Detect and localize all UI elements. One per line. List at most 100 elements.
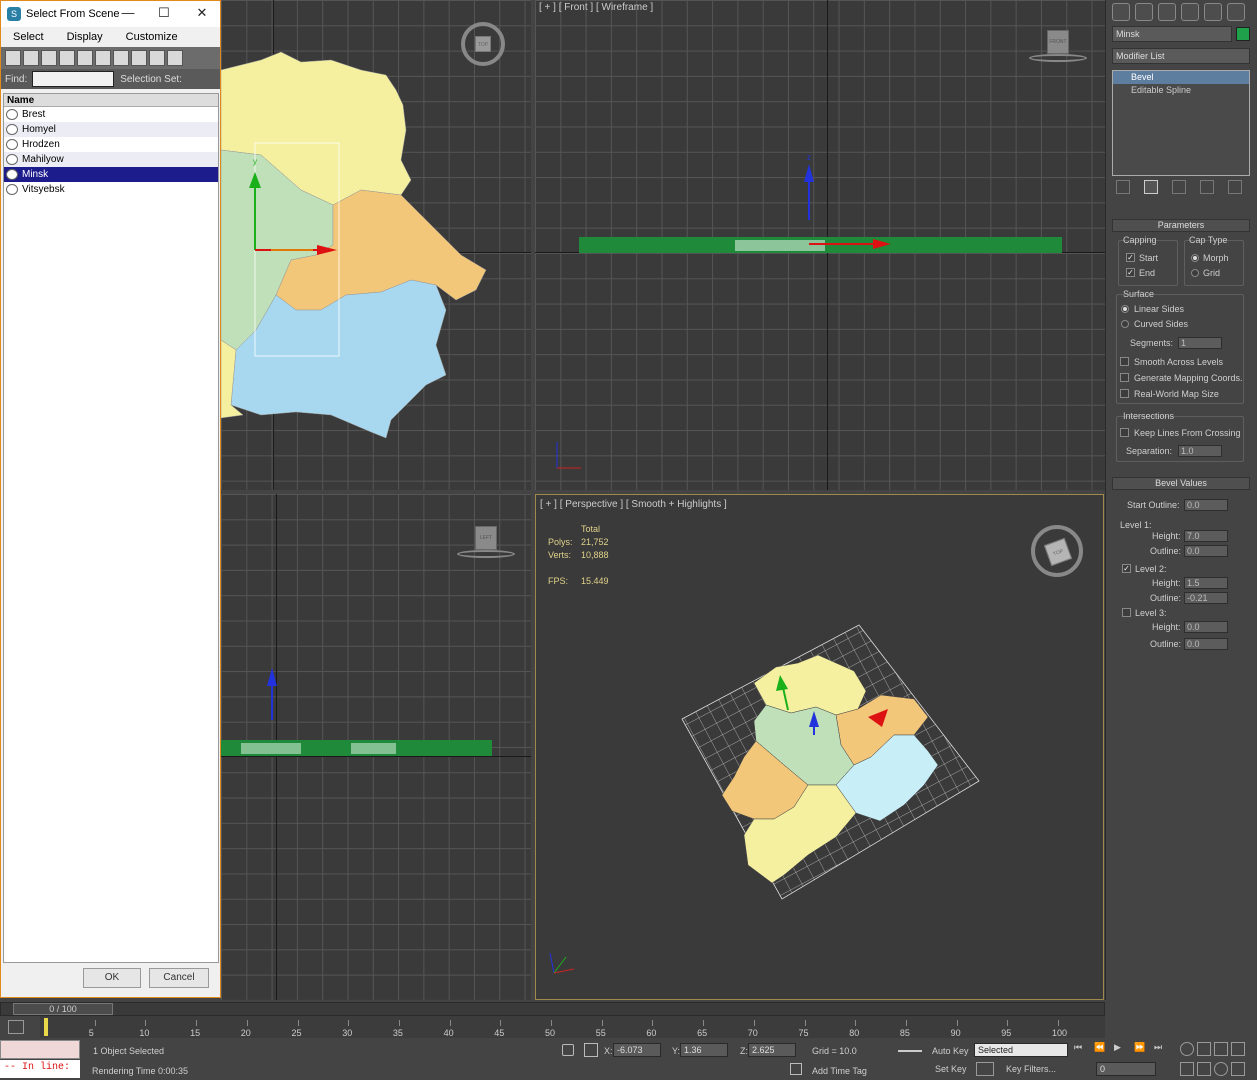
- start-checkbox[interactable]: ✓: [1126, 253, 1135, 262]
- go-to-start-icon[interactable]: ⏮: [1074, 1042, 1088, 1054]
- gen-mapping-checkbox[interactable]: [1120, 373, 1129, 382]
- list-item[interactable]: Homyel: [4, 122, 218, 137]
- pan-icon[interactable]: [1197, 1061, 1211, 1076]
- filter-geometry-icon[interactable]: [5, 50, 21, 66]
- real-world-checkbox[interactable]: [1120, 389, 1129, 398]
- orbit-icon[interactable]: [1214, 1061, 1228, 1076]
- cancel-button[interactable]: Cancel: [149, 968, 209, 988]
- select-from-scene-dialog[interactable]: S Select From Scene — ☐ ✕ Select Display…: [0, 0, 221, 998]
- utilities-tab-icon[interactable]: [1227, 3, 1245, 21]
- x-coordinate-field[interactable]: -6.073: [613, 1043, 661, 1057]
- keep-lines-checkbox[interactable]: [1120, 428, 1129, 437]
- viewport-left[interactable]: LEFT: [221, 494, 531, 1000]
- time-tag-icon[interactable]: [790, 1063, 802, 1075]
- ok-button[interactable]: OK: [83, 968, 141, 988]
- bevel-values-rollout[interactable]: Bevel Values: [1112, 477, 1250, 490]
- make-unique-icon[interactable]: [1172, 180, 1186, 194]
- filter-helpers-icon[interactable]: [77, 50, 93, 66]
- key-icon[interactable]: [898, 1050, 922, 1060]
- zoom-all-icon[interactable]: [1197, 1042, 1211, 1056]
- list-item[interactable]: Hrodzen: [4, 137, 218, 152]
- maxscript-listener[interactable]: [0, 1040, 80, 1059]
- l3-height-spinner[interactable]: 0.0: [1184, 621, 1228, 633]
- l3-outline-spinner[interactable]: 0.0: [1184, 638, 1228, 650]
- auto-key-button[interactable]: Auto Key: [932, 1046, 969, 1056]
- dialog-titlebar[interactable]: S Select From Scene — ☐ ✕: [1, 1, 220, 27]
- viewcube-left[interactable]: LEFT: [457, 526, 515, 562]
- grid-radio[interactable]: [1191, 269, 1199, 277]
- l1-outline-spinner[interactable]: 0.0: [1184, 545, 1228, 557]
- motion-tab-icon[interactable]: [1181, 3, 1199, 21]
- curved-sides-radio[interactable]: [1121, 320, 1129, 328]
- key-filters-button[interactable]: Key Filters...: [1006, 1064, 1056, 1074]
- list-item-selected[interactable]: Minsk: [4, 167, 218, 182]
- viewport-front[interactable]: [ + ] [ Front ] [ Wireframe ] z FRONT: [535, 0, 1105, 490]
- filter-shapes-icon[interactable]: [23, 50, 39, 66]
- list-item[interactable]: Brest: [4, 107, 218, 122]
- maximize-icon[interactable]: ☐: [149, 5, 179, 21]
- modifier-stack[interactable]: Bevel Editable Spline: [1112, 70, 1250, 176]
- list-item[interactable]: Mahilyow: [4, 152, 218, 167]
- filter-containers-icon[interactable]: [167, 50, 183, 66]
- zoom-icon[interactable]: [1180, 1042, 1194, 1056]
- viewcube-perspective[interactable]: TOP: [1031, 525, 1083, 577]
- object-list[interactable]: Name Brest Homyel Hrodzen Mahilyow Minsk…: [3, 93, 219, 963]
- viewcube-top-face[interactable]: TOP: [475, 36, 491, 52]
- column-name[interactable]: Name: [4, 94, 218, 107]
- filter-spacewarps-icon[interactable]: [95, 50, 111, 66]
- time-slider[interactable]: 0 / 100: [0, 1002, 1105, 1016]
- l2-outline-spinner[interactable]: -0.21: [1184, 592, 1228, 604]
- remove-modifier-icon[interactable]: [1200, 180, 1214, 194]
- previous-frame-icon[interactable]: ⏪: [1094, 1042, 1108, 1054]
- pin-stack-icon[interactable]: [1116, 180, 1130, 194]
- key-mode-icon[interactable]: [976, 1062, 994, 1076]
- minimize-icon[interactable]: —: [113, 5, 143, 20]
- close-icon[interactable]: ✕: [187, 5, 217, 21]
- zoom-extents-icon[interactable]: [1214, 1042, 1228, 1056]
- modify-tab-icon[interactable]: [1135, 3, 1153, 21]
- parameters-rollout[interactable]: Parameters: [1112, 219, 1250, 232]
- lock-icon[interactable]: [562, 1044, 574, 1056]
- smooth-across-checkbox[interactable]: [1120, 357, 1129, 366]
- filter-cameras-icon[interactable]: [59, 50, 75, 66]
- l1-height-spinner[interactable]: 7.0: [1184, 530, 1228, 542]
- configure-sets-icon[interactable]: [1228, 180, 1242, 194]
- time-slider-thumb[interactable]: 0 / 100: [13, 1003, 113, 1015]
- level3-checkbox[interactable]: [1122, 608, 1131, 617]
- play-icon[interactable]: ▶: [1114, 1042, 1128, 1054]
- end-checkbox[interactable]: ✓: [1126, 268, 1135, 277]
- set-key-button[interactable]: Set Key: [935, 1064, 967, 1074]
- zoom-extents-all-icon[interactable]: [1231, 1042, 1245, 1056]
- viewcube-persp-face[interactable]: TOP: [1043, 537, 1073, 567]
- display-tab-icon[interactable]: [1204, 3, 1222, 21]
- find-input[interactable]: [32, 71, 115, 87]
- viewcube-left-face[interactable]: LEFT: [475, 526, 497, 550]
- filter-groups-icon[interactable]: [113, 50, 129, 66]
- object-name-field[interactable]: Minsk: [1112, 26, 1232, 42]
- separation-spinner[interactable]: 1.0: [1178, 445, 1222, 457]
- maxscript-line[interactable]: -- In line:: [0, 1060, 80, 1078]
- transform-mode-icon[interactable]: [584, 1043, 598, 1057]
- y-coordinate-field[interactable]: 1.36: [680, 1043, 728, 1057]
- viewcube-top[interactable]: TOP: [461, 22, 505, 66]
- go-to-end-icon[interactable]: ⏭: [1154, 1042, 1168, 1054]
- modifier-list-dropdown[interactable]: Modifier List: [1112, 48, 1250, 64]
- l2-height-spinner[interactable]: 1.5: [1184, 577, 1228, 589]
- filter-bones-icon[interactable]: [149, 50, 165, 66]
- stack-item-editable-spline[interactable]: Editable Spline: [1113, 84, 1249, 97]
- menu-select[interactable]: Select: [1, 31, 55, 43]
- filter-xrefs-icon[interactable]: [131, 50, 147, 66]
- mini-curve-icon[interactable]: [8, 1020, 24, 1034]
- hierarchy-tab-icon[interactable]: [1158, 3, 1176, 21]
- viewcube-front[interactable]: FRONT: [1029, 30, 1087, 66]
- selected-dropdown[interactable]: Selected: [974, 1043, 1068, 1057]
- menu-customize[interactable]: Customize: [114, 31, 189, 43]
- filter-lights-icon[interactable]: [41, 50, 57, 66]
- next-frame-icon[interactable]: ⏩: [1134, 1042, 1148, 1054]
- z-coordinate-field[interactable]: 2.625: [748, 1043, 796, 1057]
- show-end-result-icon[interactable]: [1144, 180, 1158, 194]
- segments-spinner[interactable]: 1: [1178, 337, 1222, 349]
- morph-radio[interactable]: [1191, 254, 1199, 262]
- playhead[interactable]: [44, 1018, 48, 1036]
- create-tab-icon[interactable]: [1112, 3, 1130, 21]
